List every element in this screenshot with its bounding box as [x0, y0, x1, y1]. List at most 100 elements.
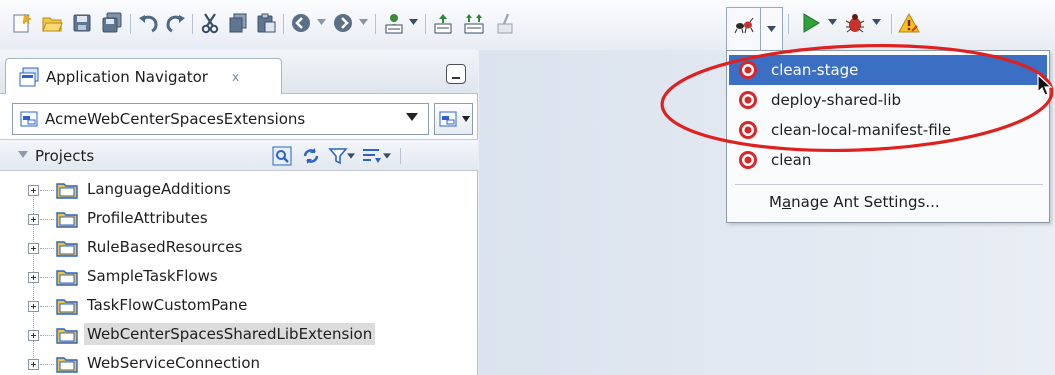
ant-button[interactable]: [726, 7, 761, 50]
expand-icon[interactable]: [28, 301, 39, 312]
copy-icon[interactable]: [226, 11, 250, 35]
back-icon[interactable]: [289, 11, 313, 35]
cut-icon[interactable]: [198, 11, 222, 35]
project-label: ProfileAttributes: [87, 209, 208, 227]
ant-target-icon: [739, 151, 757, 169]
back-dropdown-icon[interactable]: [315, 16, 327, 28]
settings-mnemonic: a: [781, 193, 792, 211]
settings-label-rest: nage Ant Settings...: [791, 193, 940, 211]
ant-target-icon: [739, 61, 757, 79]
expand-icon[interactable]: [28, 243, 39, 254]
tree-row[interactable]: TaskFlowCustomPane: [0, 292, 478, 320]
new-icon[interactable]: [10, 11, 34, 35]
ant-target-label: deploy-shared-lib: [771, 91, 902, 109]
settings-label-prefix: M: [769, 193, 782, 211]
ant-target-item[interactable]: clean-stage: [729, 55, 1047, 85]
tree-row[interactable]: WebCenterSpacesSharedLibExtension: [0, 321, 478, 349]
project-folder-icon: [56, 210, 78, 228]
debug-dropdown-icon[interactable]: [870, 16, 882, 28]
ant-target-item[interactable]: clean-local-manifest-file: [729, 115, 1047, 145]
application-icon: [20, 111, 38, 127]
ant-target-label: clean-local-manifest-file: [771, 121, 952, 139]
tab-application-navigator[interactable]: Application Navigator x: [5, 58, 282, 94]
ant-target-item[interactable]: deploy-shared-lib: [729, 85, 1047, 115]
menu-separator: [735, 184, 1043, 185]
sql-worksheet-icon[interactable]: [382, 11, 406, 35]
tree-row[interactable]: ProfileAttributes: [0, 205, 478, 233]
save-icon[interactable]: [70, 11, 94, 35]
ant-icon: [734, 17, 754, 34]
ant-target-label: clean-stage: [771, 61, 859, 79]
project-label: TaskFlowCustomPane: [87, 296, 248, 314]
ant-dropdown-button[interactable]: [761, 7, 783, 50]
project-label: RuleBasedResources: [87, 238, 243, 256]
clean-icon[interactable]: [493, 11, 517, 35]
tree-row[interactable]: RuleBasedResources: [0, 234, 478, 262]
project-folder-icon: [56, 268, 78, 286]
expand-icon[interactable]: [28, 272, 39, 283]
projects-label: Projects: [35, 147, 95, 165]
ant-target-label: clean: [771, 151, 812, 169]
save-all-icon[interactable]: [100, 11, 124, 35]
expand-icon[interactable]: [28, 330, 39, 341]
expand-icon[interactable]: [28, 185, 39, 196]
ant-targets-menu: clean-stage deploy-shared-lib clean-local-…: [726, 50, 1050, 223]
projects-header[interactable]: Projects: [0, 139, 478, 171]
application-navigator-panel: Application Navigator x AcmeWebCenterSpa…: [0, 50, 478, 375]
redo-icon[interactable]: [164, 11, 188, 35]
manage-ant-settings-item[interactable]: Manage Ant Settings...: [769, 193, 940, 211]
expand-icon[interactable]: [28, 214, 39, 225]
application-selector[interactable]: AcmeWebCenterSpacesExtensions: [12, 103, 429, 135]
paste-icon[interactable]: [254, 11, 278, 35]
filter-icon[interactable]: [328, 146, 348, 166]
mouse-cursor-icon: [1037, 74, 1053, 96]
sql-dropdown-icon[interactable]: [407, 16, 419, 28]
open-icon[interactable]: [40, 11, 64, 35]
tree-connector: [40, 190, 54, 191]
tree-connector: [40, 277, 54, 278]
expand-icon[interactable]: [28, 359, 39, 370]
project-folder-icon: [56, 297, 78, 315]
forward-dropdown-icon[interactable]: [357, 16, 369, 28]
run-icon[interactable]: [799, 11, 823, 35]
ant-target-item[interactable]: clean: [729, 145, 1047, 175]
project-folder-icon: [56, 326, 78, 344]
tab-label: Application Navigator: [46, 67, 208, 86]
sort-dropdown-icon[interactable]: [383, 146, 393, 166]
make-icon[interactable]: [431, 11, 455, 35]
collapse-icon[interactable]: [18, 151, 28, 158]
rebuild-icon[interactable]: [462, 11, 486, 35]
undo-icon[interactable]: [136, 11, 160, 35]
chevron-down-icon: [767, 26, 776, 32]
tree-connector: [40, 306, 54, 307]
tree-connector: [40, 248, 54, 249]
project-label: WebCenterSpacesSharedLibExtension: [84, 323, 376, 345]
chevron-down-icon: [462, 116, 470, 122]
warning-icon[interactable]: [897, 11, 921, 35]
project-label: WebServiceConnection: [87, 354, 261, 372]
application-menu-icon: [439, 111, 457, 127]
search-icon[interactable]: [272, 146, 292, 166]
tree-row[interactable]: SampleTaskFlows: [0, 263, 478, 291]
panel-tab-bar: Application Navigator x: [0, 50, 478, 94]
tree-row[interactable]: WebServiceConnection: [0, 350, 478, 375]
application-navigator-icon: [19, 67, 39, 86]
project-label: LanguageAdditions: [87, 180, 231, 198]
project-folder-icon: [56, 181, 78, 199]
main-toolbar: [0, 0, 1055, 50]
project-folder-icon: [56, 355, 78, 373]
close-icon[interactable]: x: [232, 70, 239, 84]
application-name: AcmeWebCenterSpacesExtensions: [45, 110, 306, 128]
sort-icon[interactable]: [361, 146, 381, 166]
forward-icon[interactable]: [331, 11, 355, 35]
tree-connector: [40, 335, 54, 336]
tree-row[interactable]: LanguageAdditions: [0, 176, 478, 204]
debug-icon[interactable]: [843, 11, 867, 35]
minimize-button[interactable]: [446, 64, 466, 84]
application-menu-button[interactable]: [434, 103, 473, 135]
ant-target-icon: [739, 91, 757, 109]
project-folder-icon: [56, 239, 78, 257]
run-dropdown-icon[interactable]: [826, 16, 838, 28]
filter-dropdown-icon[interactable]: [347, 146, 357, 166]
refresh-icon[interactable]: [301, 146, 321, 166]
